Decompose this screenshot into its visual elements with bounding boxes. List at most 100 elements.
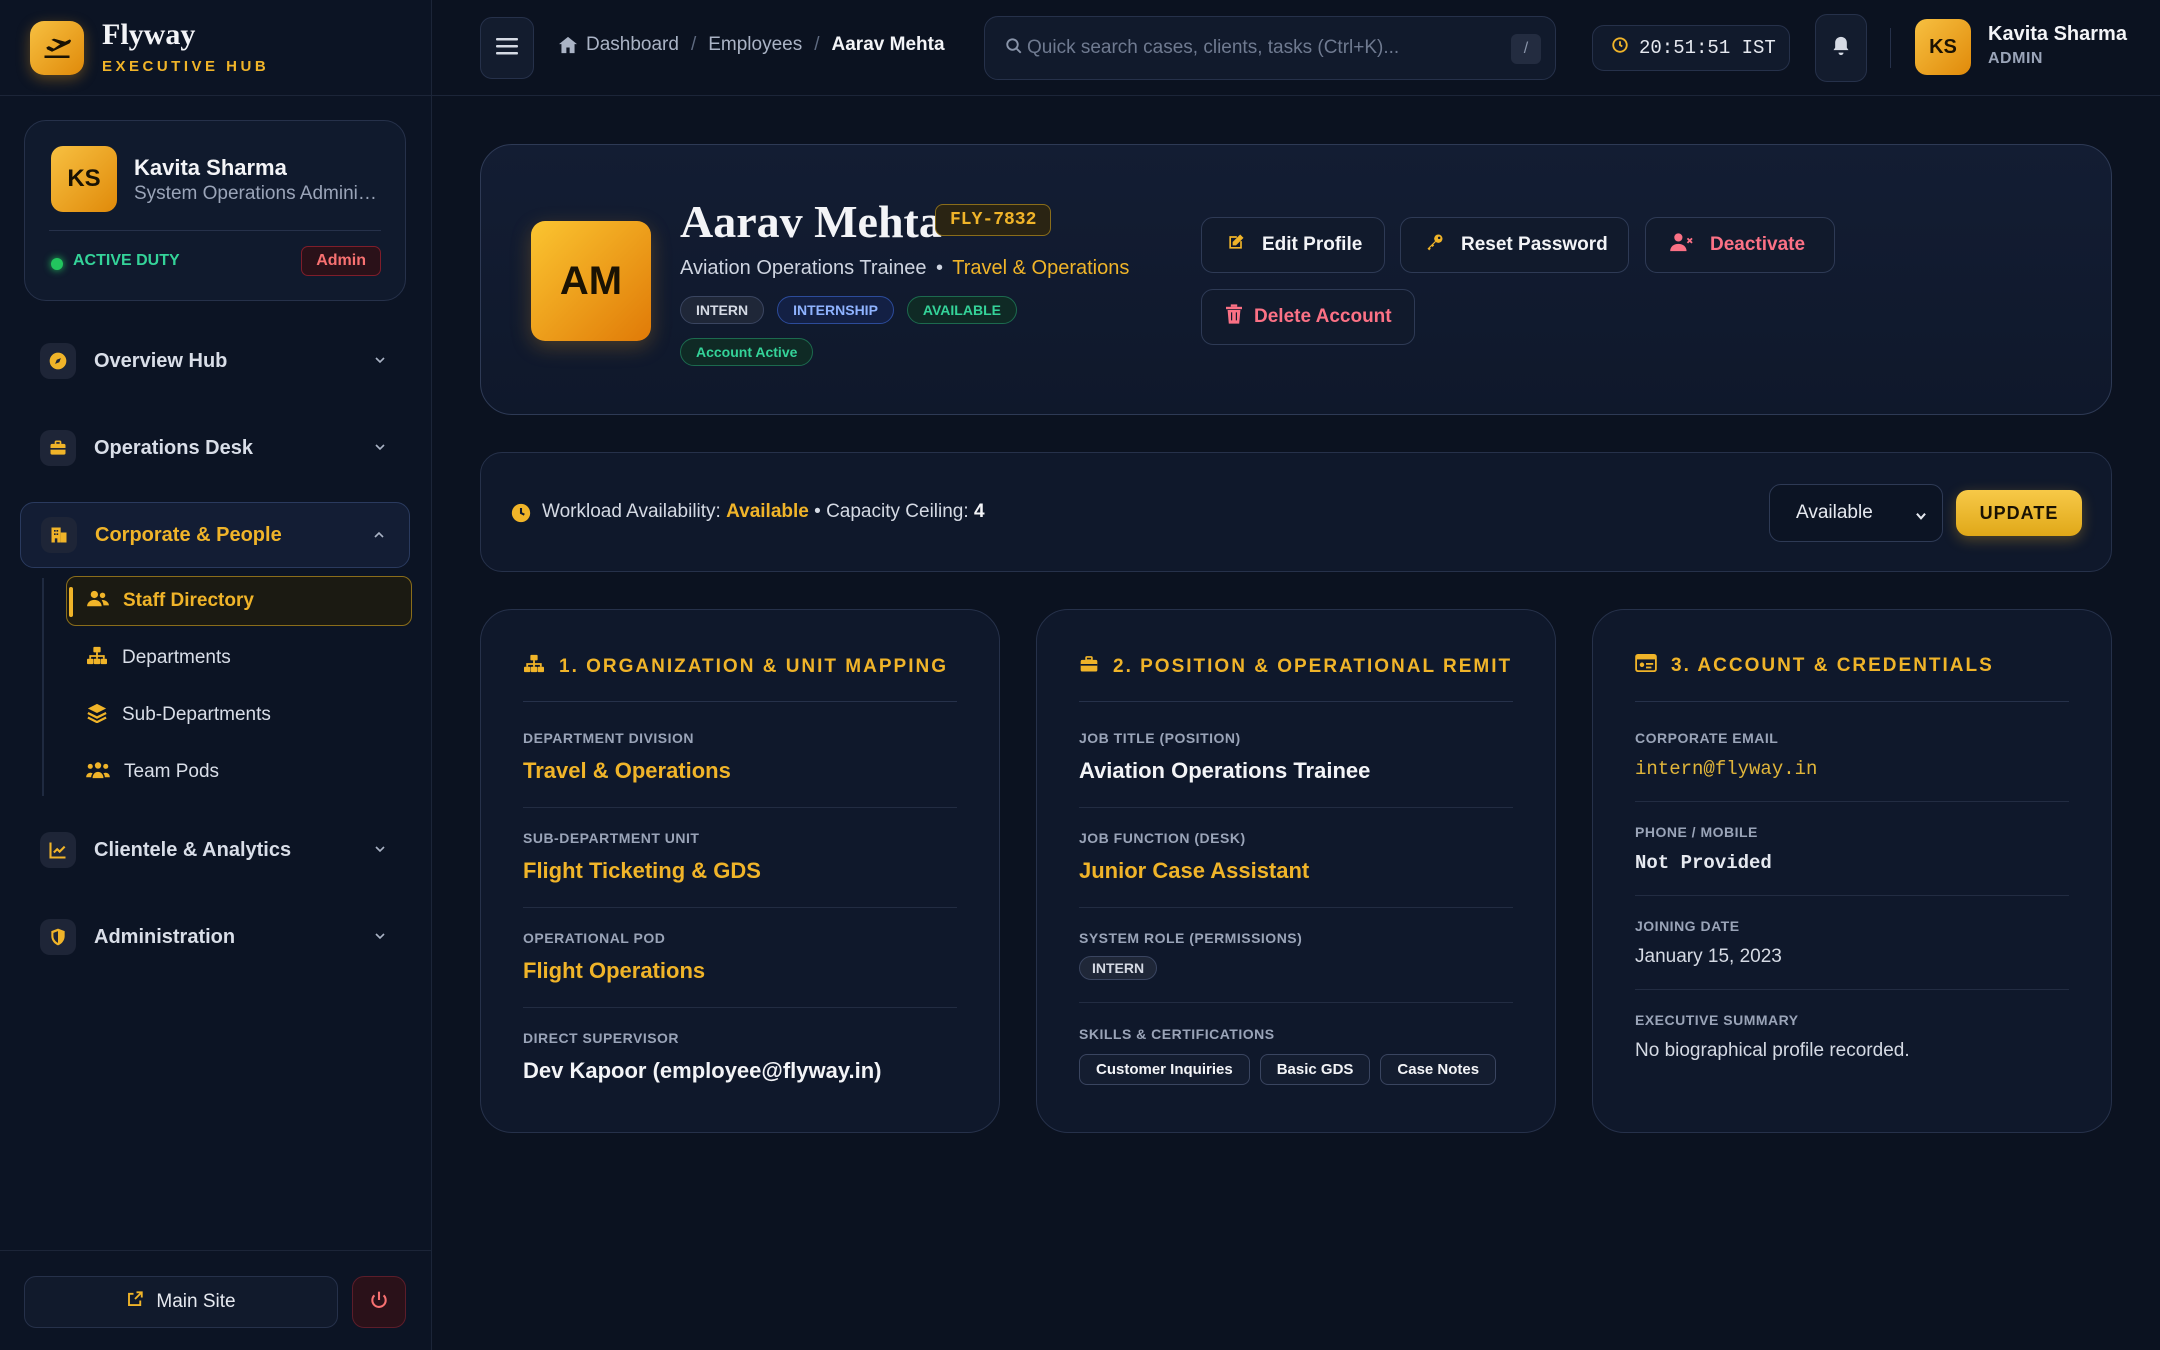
shield-icon	[40, 919, 76, 955]
topbar: Dashboard / Employees / Aarav Mehta / 20…	[432, 0, 2160, 96]
sidebar-item-overview-hub[interactable]: Overview Hub	[20, 328, 410, 394]
sidebar-item-corporate-people[interactable]: Corporate & People	[20, 502, 410, 568]
delete-account-button[interactable]: Delete Account	[1201, 289, 1415, 345]
people-group-icon	[86, 760, 110, 785]
brand[interactable]: Flyway EXECUTIVE HUB	[0, 0, 431, 96]
divider	[523, 701, 957, 702]
organization-card: 1. ORGANIZATION & UNIT MAPPING DEPARTMEN…	[480, 609, 1000, 1133]
user-name[interactable]: Kavita Sharma	[1988, 23, 2127, 46]
sidebar-item-administration[interactable]: Administration	[20, 904, 410, 970]
deactivate-button[interactable]: Deactivate	[1645, 217, 1835, 273]
availability-bar: Workload Availability: Available • Capac…	[480, 452, 2112, 572]
breadcrumb-employees[interactable]: Employees	[708, 34, 802, 56]
home-icon[interactable]	[558, 36, 578, 54]
profile-name: Kavita Sharma	[134, 155, 287, 180]
reset-password-button[interactable]: Reset Password	[1400, 217, 1629, 273]
availability-value: Available	[726, 501, 809, 522]
id-card-icon	[1635, 654, 1657, 677]
field-job-title: JOB TITLE (POSITION) Aviation Operations…	[1079, 730, 1513, 784]
user-avatar[interactable]: KS	[1915, 19, 1971, 75]
field-value: January 15, 2023	[1635, 946, 1782, 967]
status-text: ACTIVE DUTY	[73, 252, 180, 269]
subnav-item-sub-departments[interactable]: Sub-Departments	[66, 690, 412, 740]
subnav-item-label: Sub-Departments	[122, 704, 271, 725]
compass-icon	[40, 343, 76, 379]
availability-select[interactable]: Available	[1769, 484, 1943, 542]
brand-name: Flyway	[102, 18, 196, 51]
sidebar: Flyway EXECUTIVE HUB KS Kavita Sharma Sy…	[0, 0, 432, 1350]
building-icon	[41, 517, 77, 553]
main-site-label: Main Site	[156, 1291, 236, 1312]
clock-icon	[1611, 36, 1629, 60]
field-label: DEPARTMENT DIVISION	[523, 730, 695, 746]
employee-avatar: AM	[531, 221, 651, 341]
subnav-item-label: Team Pods	[124, 761, 220, 782]
sidebar-profile-card: KS Kavita Sharma System Operations Admin…	[24, 120, 406, 301]
availability-text: Workload Availability: Available • Capac…	[542, 501, 985, 523]
user-remove-icon	[1670, 232, 1694, 258]
skill-tag: Basic GDS	[1259, 1054, 1371, 1085]
capacity-value: 4	[973, 501, 985, 522]
field-label: SYSTEM ROLE (PERMISSIONS)	[1079, 930, 1303, 946]
field-value: Dev Kapoor (employee@flyway.in)	[523, 1058, 882, 1083]
field-email: CORPORATE EMAIL intern@flyway.in	[1635, 730, 2069, 780]
field-label: CORPORATE EMAIL	[1635, 730, 1779, 746]
sidebar-item-label: Operations Desk	[94, 436, 253, 459]
logout-button[interactable]	[352, 1276, 406, 1328]
field-supervisor: DIRECT SUPERVISOR Dev Kapoor (employee@f…	[523, 1030, 957, 1084]
chevron-down-icon	[372, 352, 388, 373]
employee-header-card: AM Aarav Mehta FLY-7832 Aviation Operati…	[480, 144, 2112, 415]
position-card: 2. POSITION & OPERATIONAL REMIT JOB TITL…	[1036, 609, 1556, 1133]
notifications-button[interactable]	[1815, 14, 1867, 82]
tag-availability: AVAILABLE	[906, 296, 1017, 324]
subnav-item-label: Staff Directory	[123, 590, 254, 611]
field-value: No biographical profile recorded.	[1635, 1040, 1910, 1061]
employee-department: Travel & Operations	[952, 257, 1130, 279]
chevron-down-icon	[372, 928, 388, 949]
edit-profile-button[interactable]: Edit Profile	[1201, 217, 1385, 273]
field-value: Junior Case Assistant	[1079, 858, 1310, 883]
field-label: OPERATIONAL POD	[523, 930, 666, 946]
field-department: DEPARTMENT DIVISION Travel & Operations	[523, 730, 957, 784]
divider	[1079, 807, 1513, 808]
breadcrumb-dashboard[interactable]: Dashboard	[586, 34, 679, 56]
divider	[523, 1007, 957, 1008]
sidebar-item-label: Administration	[94, 925, 236, 948]
brand-subtitle: EXECUTIVE HUB	[102, 58, 270, 75]
field-label: JOB TITLE (POSITION)	[1079, 730, 1241, 746]
field-value[interactable]: intern@flyway.in	[1635, 758, 2069, 780]
update-button[interactable]: UPDATE	[1956, 490, 2082, 536]
divider	[1635, 801, 2069, 802]
subnav-item-team-pods[interactable]: Team Pods	[66, 747, 412, 797]
availability-label: Workload Availability:	[542, 501, 721, 522]
card-header: 2. POSITION & OPERATIONAL REMIT	[1079, 654, 1512, 679]
breadcrumb-current: Aarav Mehta	[831, 34, 945, 55]
sidebar-item-operations-desk[interactable]: Operations Desk	[20, 415, 410, 481]
bell-icon	[1831, 35, 1851, 62]
main-site-button[interactable]: Main Site	[24, 1276, 338, 1328]
trash-icon	[1226, 304, 1242, 330]
separator: •	[936, 257, 944, 279]
search-icon	[1005, 37, 1023, 60]
field-value: Flight Ticketing & GDS	[523, 858, 761, 883]
menu-toggle-button[interactable]	[480, 17, 534, 79]
clock-icon	[511, 503, 531, 528]
field-phone: PHONE / MOBILE Not Provided	[1635, 824, 2069, 874]
subnav-item-staff-directory[interactable]: Staff Directory	[66, 576, 412, 626]
user-role: ADMIN	[1988, 50, 2043, 67]
sidebar-footer: Main Site	[0, 1250, 432, 1350]
tag-role: INTERN	[680, 296, 765, 324]
briefcase-icon	[1079, 654, 1099, 679]
card-header: 3. ACCOUNT & CREDENTIALS	[1635, 654, 1994, 677]
divider	[1079, 907, 1513, 908]
skill-tag: Case Notes	[1380, 1054, 1497, 1085]
subnav-item-departments[interactable]: Departments	[66, 633, 412, 683]
sitemap-icon	[523, 654, 545, 679]
field-label: SUB-DEPARTMENT UNIT	[523, 830, 700, 846]
plane-logo-icon	[30, 20, 84, 75]
sidebar-item-clientele-analytics[interactable]: Clientele & Analytics	[20, 817, 410, 883]
field-label: JOINING DATE	[1635, 918, 1740, 934]
divider	[1079, 1002, 1513, 1003]
briefcase-icon	[40, 430, 76, 466]
search-input[interactable]	[1027, 37, 1497, 59]
